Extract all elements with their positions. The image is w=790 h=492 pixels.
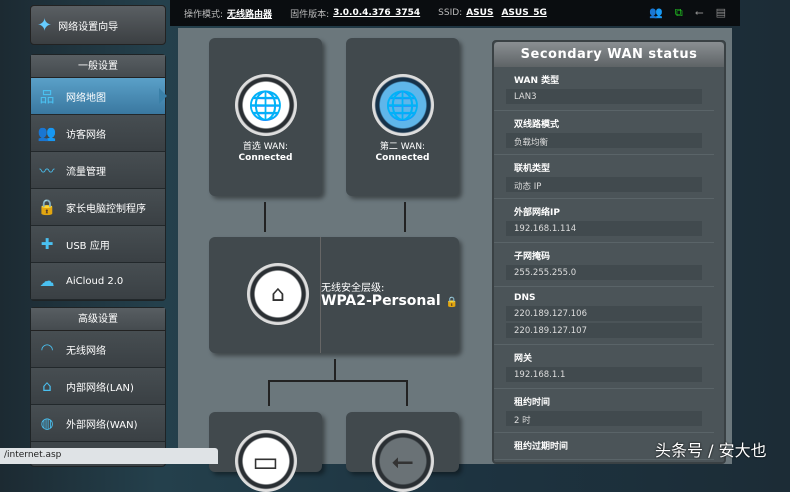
status-row: WAN 类型 LAN3 [494, 67, 714, 111]
status-value: LAN3 [506, 89, 702, 104]
cloud-icon: ☁ [39, 272, 55, 290]
usb-icon[interactable]: ⭠ [695, 6, 704, 20]
clients-card[interactable]: ▭ [209, 412, 322, 492]
status-value: 220.189.127.107 [506, 323, 702, 338]
status-row: 双线路模式负载均衡 [494, 111, 714, 155]
sidebar-item[interactable]: ☁ AiCloud 2.0 [31, 263, 165, 300]
traffic-icon: 〰 [39, 161, 55, 180]
status-row: 外部网络IP 192.168.1.114 [494, 199, 714, 243]
status-key: 外部网络IP [514, 208, 560, 218]
wan2-label: 第二 WAN: [379, 142, 426, 152]
home-icon: ⌂ [42, 377, 52, 395]
advanced-header: 高级设置 [31, 308, 165, 331]
firmware-link[interactable]: 3.0.0.4.376_3754 [333, 8, 420, 18]
puzzle-icon: ✚ [40, 235, 54, 253]
secondary-wan-card[interactable]: 🌐 第二 WAN: Connected [346, 38, 459, 196]
sidebar-item[interactable]: 🔒 家长电脑控制程序 [31, 189, 165, 226]
ssid-link-5g[interactable]: ASUS_5G [501, 8, 546, 18]
magic-wand-icon: ✦ [37, 14, 53, 36]
connector [404, 202, 406, 232]
mode-link[interactable]: 无线路由器 [227, 7, 272, 20]
sidebar-item-label: 无线网络 [66, 345, 106, 357]
guest-icon: 👥 [37, 124, 57, 142]
top-bar: 操作模式: 无线路由器 固件版本: 3.0.0.4.376_3754 SSID:… [170, 0, 740, 26]
sidebar-item-label: AiCloud 2.0 [66, 275, 124, 287]
wan1-label: 首选 WAN: [242, 142, 289, 152]
network-map-icon: 品 [39, 87, 55, 106]
security-value: WPA2-Personal [321, 293, 441, 309]
router-card[interactable]: ⌂ 无线安全层级: WPA2-Personal 🔒 [209, 237, 459, 353]
lock-icon: 🔒 [445, 297, 458, 308]
sidebar-item-label: 内部网络(LAN) [66, 382, 134, 394]
status-value: 192.168.1.114 [506, 221, 702, 236]
network-wizard-button[interactable]: ✦ 网络设置向导 [30, 5, 166, 45]
firmware-label: 固件版本: [290, 9, 330, 20]
clients-icon[interactable]: 👥 [649, 6, 663, 20]
status-key: 双线路模式 [514, 120, 560, 130]
status-key: 租约时间 [514, 398, 551, 408]
status-value: 220.189.127.106 [506, 306, 702, 321]
status-key: 子网掩码 [514, 252, 551, 262]
primary-wan-card[interactable]: 🌐 首选 WAN: Connected [209, 38, 322, 196]
connector [264, 202, 266, 232]
status-key: WAN 类型 [514, 76, 560, 86]
sidebar-item-label: 外部网络(WAN) [66, 419, 138, 431]
sidebar-item[interactable]: 〰流量管理 [31, 152, 165, 189]
sidebar-item-label: 网络地图 [66, 92, 106, 104]
globe-icon: ◍ [40, 414, 54, 432]
usb-card[interactable]: ⭠ [346, 412, 459, 492]
status-key: 网关 [514, 354, 533, 364]
ssid-link-24[interactable]: ASUS [466, 8, 493, 18]
sidebar-item-label: 访客网络 [66, 129, 106, 141]
computer-icon: ▭ [234, 430, 297, 492]
status-value: 2 时 [506, 411, 702, 426]
status-title: Secondary WAN status [494, 42, 724, 67]
status-value: 动态 IP [506, 177, 702, 192]
sidebar-item[interactable]: ✚ USB 应用 [31, 226, 165, 263]
sidebar-item[interactable]: ◍ 外部网络(WAN) [31, 405, 165, 442]
general-header: 一般设置 [31, 55, 165, 78]
status-key: DNS [514, 293, 536, 303]
status-row: 子网掩码 255.255.255.0 [494, 243, 714, 287]
advanced-settings-section: 高级设置 ◠ 无线网络 ⌂ 内部网络(LAN) ◍ 外部网络(WAN) [30, 307, 166, 467]
sidebar-item[interactable]: 品网络地图 [31, 78, 167, 115]
sidebar-item-label: 家长电脑控制程序 [66, 203, 146, 215]
status-value: 255.255.255.0 [506, 265, 702, 280]
browser-status-bar: /internet.asp [0, 448, 218, 464]
sidebar-item[interactable]: 👥 访客网络 [31, 115, 165, 152]
status-key: 联机类型 [514, 164, 551, 174]
wan2-status: Connected [375, 153, 430, 163]
sidebar-item[interactable]: ⌂ 内部网络(LAN) [31, 368, 165, 405]
status-row: 网关 192.168.1.1 [494, 345, 714, 389]
usb-icon: ⭠ [371, 430, 434, 492]
globe-icon: 🌐 [371, 74, 434, 136]
status-value: 192.168.1.1 [506, 367, 702, 382]
wifi-icon: ◠ [40, 340, 54, 358]
ssid-label: SSID: [438, 8, 463, 18]
status-row: 联机类型动态 IP [494, 155, 714, 199]
mode-label: 操作模式: [184, 9, 224, 20]
router-icon: ⌂ [247, 263, 309, 325]
network-status-icon[interactable]: ⧉ [675, 6, 683, 20]
sidebar-item-label: 流量管理 [66, 166, 106, 178]
lock-icon: 🔒 [37, 198, 57, 216]
status-row: DNS 220.189.127.106 220.189.127.107 [494, 287, 714, 345]
sidebar-item-label: USB 应用 [66, 240, 110, 252]
status-row: 租约时间 2 时 [494, 389, 714, 433]
wizard-label: 网络设置向导 [58, 21, 119, 33]
globe-icon: 🌐 [234, 74, 297, 136]
status-value: 负载均衡 [506, 133, 702, 148]
connector [334, 359, 336, 381]
sidebar-item[interactable]: ◠ 无线网络 [31, 331, 165, 368]
printer-icon[interactable]: ▤ [716, 6, 726, 20]
wan1-status: Connected [238, 153, 293, 163]
security-label: 无线安全层级: [321, 283, 385, 294]
general-settings-section: 一般设置 品网络地图 👥 访客网络〰流量管理 🔒 家长电脑控制程序 ✚ USB 应用 ☁ AiC… [30, 54, 167, 301]
secondary-wan-status-panel: Secondary WAN status WAN 类型 LAN3 双线路模式负载均衡… [492, 40, 726, 464]
watermark: 头条号 / 安大也 [655, 441, 767, 460]
